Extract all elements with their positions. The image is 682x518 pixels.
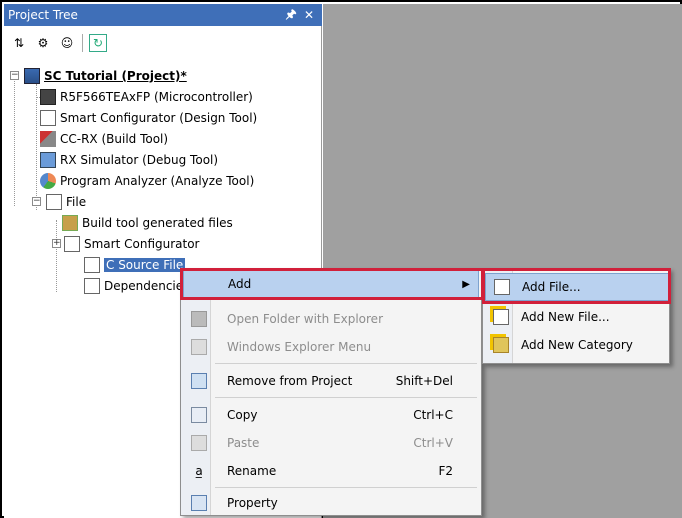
menu-separator xyxy=(215,487,477,488)
folder-icon xyxy=(84,257,100,273)
menu-item-open-folder[interactable]: Open Folder with Explorer xyxy=(183,305,479,333)
new-category-icon xyxy=(493,337,509,353)
toolbar-separator xyxy=(82,34,83,52)
menu-item-label: Add xyxy=(228,277,252,291)
config-tool-icon xyxy=(40,110,56,126)
expand-icon[interactable]: + xyxy=(52,239,61,248)
menu-item-add-new-file[interactable]: Add New File... xyxy=(485,303,669,331)
menu-item-add-file[interactable]: Add File... xyxy=(485,273,669,301)
tree-item-selected[interactable]: C Source File xyxy=(84,255,187,275)
refresh-icon[interactable]: ↻ xyxy=(89,34,107,52)
build-tool-icon xyxy=(40,131,56,147)
property-icon xyxy=(191,495,207,511)
tree-item[interactable]: Dependencies xyxy=(84,276,189,296)
menu-item-label: Property xyxy=(227,496,278,510)
copy-icon xyxy=(191,407,207,423)
menu-item-paste[interactable]: Paste Ctrl+V xyxy=(183,429,479,457)
collapse-icon[interactable]: − xyxy=(10,71,19,80)
explorer-menu-icon xyxy=(191,339,207,355)
close-icon[interactable]: ✕ xyxy=(300,8,318,22)
menu-separator xyxy=(215,397,477,398)
user-icon[interactable]: ☺ xyxy=(58,34,76,52)
tree-row-project[interactable]: − SC Tutorial (Project)* xyxy=(10,66,187,86)
menu-item-label: Remove from Project xyxy=(227,374,353,388)
menu-item-label: Add New Category xyxy=(521,338,633,352)
paste-icon xyxy=(191,435,207,451)
panel-titlebar: Project Tree 🖈︎ ✕ xyxy=(4,4,322,26)
pin-icon[interactable]: 🖈︎ xyxy=(282,5,300,26)
menu-item-label: Windows Explorer Menu xyxy=(227,340,372,354)
tree-item[interactable]: Smart Configurator (Design Tool) xyxy=(40,108,257,128)
analyzer-icon xyxy=(40,173,56,189)
rename-icon: a̲ xyxy=(195,464,203,478)
tree-item[interactable]: + Smart Configurator xyxy=(52,234,200,254)
menu-item-label: Copy xyxy=(227,408,258,422)
tree-item-label: Dependencies xyxy=(104,279,190,293)
tree-item-label: RX Simulator (Debug Tool) xyxy=(60,153,219,167)
context-menu: Add ▶ Open Folder with Explorer Windows … xyxy=(180,268,482,516)
tree-connector xyxy=(56,220,57,292)
menu-item-shortcut: Ctrl+C xyxy=(413,408,453,422)
tree-item-label: Program Analyzer (Analyze Tool) xyxy=(60,174,255,188)
debug-tool-icon xyxy=(40,152,56,168)
menu-item-label: Open Folder with Explorer xyxy=(227,312,383,326)
menu-item-property[interactable]: Property xyxy=(183,489,479,517)
menu-item-shortcut: F2 xyxy=(438,464,453,478)
tree-item-label: Smart Configurator xyxy=(84,237,200,251)
menu-item-label: Add File... xyxy=(522,280,581,294)
menu-item-remove[interactable]: Remove from Project Shift+Del xyxy=(183,367,479,395)
menu-item-rename[interactable]: a̲ Rename F2 xyxy=(183,457,479,485)
add-file-icon xyxy=(494,279,510,295)
folder-icon xyxy=(84,278,100,294)
tree-item-label: R5F566TEAxFP (Microcontroller) xyxy=(60,90,253,104)
tree-connector xyxy=(14,76,15,206)
remove-icon xyxy=(191,373,207,389)
menu-item-label: Rename xyxy=(227,464,277,478)
tree-item-label: Smart Configurator (Design Tool) xyxy=(60,111,258,125)
chip-icon xyxy=(40,89,56,105)
tree-item[interactable]: CC-RX (Build Tool) xyxy=(40,129,168,149)
panel-toolbar: ⇅ ⚙ ☺ ↻ xyxy=(4,30,322,56)
panel-title: Project Tree xyxy=(8,8,78,22)
collapse-icon[interactable]: − xyxy=(32,197,41,206)
tree-item[interactable]: Build tool generated files xyxy=(62,213,233,233)
settings-icon[interactable]: ⚙ xyxy=(34,34,52,52)
folder-icon xyxy=(46,194,62,210)
menu-item-explorer-menu[interactable]: Windows Explorer Menu xyxy=(183,333,479,361)
tree-item[interactable]: Program Analyzer (Analyze Tool) xyxy=(40,171,254,191)
tree-item[interactable]: R5F566TEAxFP (Microcontroller) xyxy=(36,87,253,107)
folder-open-icon xyxy=(191,311,207,327)
menu-separator xyxy=(215,363,477,364)
tree-item-label: Build tool generated files xyxy=(82,216,233,230)
menu-item-label: Add New File... xyxy=(521,310,610,324)
tree-item-label: CC-RX (Build Tool) xyxy=(60,132,169,146)
folder-icon xyxy=(64,236,80,252)
submenu-arrow-icon: ▶ xyxy=(462,278,470,290)
menu-item-shortcut: Shift+Del xyxy=(395,374,453,388)
project-label: SC Tutorial (Project)* xyxy=(44,69,187,83)
add-submenu: Add File... Add New File... Add New Cate… xyxy=(482,268,670,364)
sort-icon[interactable]: ⇅ xyxy=(10,34,28,52)
project-icon xyxy=(24,68,40,84)
menu-item-add-new-category[interactable]: Add New Category xyxy=(485,331,669,359)
generated-files-icon xyxy=(62,215,78,231)
menu-item-shortcut: Ctrl+V xyxy=(413,436,453,450)
menu-item-add[interactable]: Add ▶ xyxy=(183,270,479,298)
menu-item-label: Paste xyxy=(227,436,260,450)
new-file-icon xyxy=(493,309,509,325)
tree-item[interactable]: RX Simulator (Debug Tool) xyxy=(40,150,218,170)
menu-item-copy[interactable]: Copy Ctrl+C xyxy=(183,401,479,429)
tree-item-file[interactable]: − File xyxy=(32,192,86,212)
tree-item-label: C Source File xyxy=(102,257,187,273)
tree-item-label: File xyxy=(66,195,87,209)
